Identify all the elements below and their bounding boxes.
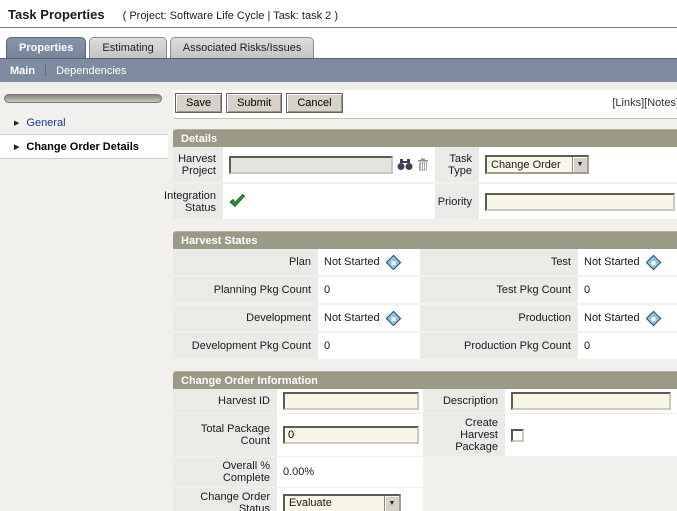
sidebar-item-change-order-details[interactable]: ▶ Change Order Details — [0, 134, 168, 159]
priority-input[interactable] — [485, 193, 675, 211]
create-harvest-package-checkbox[interactable] — [511, 429, 524, 442]
cancel-button[interactable]: Cancel — [286, 93, 342, 113]
total-package-count-cell — [277, 414, 423, 456]
state-diamond-icon — [385, 254, 401, 270]
empty-cell — [505, 488, 677, 511]
content-area: ▶ General ▶ Change Order Details Save Su… — [0, 82, 677, 511]
description-cell — [505, 389, 677, 413]
change-order-status-cell: Evaluate ▼ — [277, 488, 423, 511]
harvest-id-input[interactable] — [283, 392, 419, 410]
state-diamond-icon — [645, 254, 661, 270]
test-pkg-count-value: 0 — [578, 277, 677, 303]
priority-label: Priority — [435, 184, 479, 219]
planning-pkg-count-label: Planning Pkg Count — [173, 277, 318, 303]
tab-properties[interactable]: Properties — [6, 37, 86, 58]
empty-cell — [423, 488, 505, 511]
links-link[interactable]: [Links] — [612, 97, 644, 109]
task-type-select[interactable]: Change Order ▼ — [485, 155, 589, 174]
subnav-divider — [45, 65, 46, 76]
test-pkg-count-label: Test Pkg Count — [420, 277, 578, 303]
subnav-item-main[interactable]: Main — [10, 65, 35, 77]
tab-bar: Properties Estimating Associated Risks/I… — [0, 28, 677, 58]
overall-pct-complete-value: 0.00% — [277, 457, 423, 487]
task-type-label: Task Type — [435, 147, 479, 182]
create-harvest-package-label: Create Harvest Package — [423, 414, 505, 456]
development-value-cell: Not Started — [318, 305, 420, 331]
state-diamond-icon — [385, 310, 401, 326]
production-pkg-count-label: Production Pkg Count — [420, 333, 578, 359]
plan-label: Plan — [173, 249, 318, 275]
create-harvest-package-cell — [505, 414, 677, 456]
subnav-item-dependencies[interactable]: Dependencies — [56, 65, 126, 77]
chevron-right-icon: ▶ — [14, 119, 19, 127]
chevron-right-icon: ▶ — [14, 143, 19, 151]
description-input[interactable] — [511, 392, 671, 410]
test-label: Test — [420, 249, 578, 275]
notes-link[interactable]: [Notes] — [644, 97, 677, 109]
empty-cell — [423, 457, 505, 487]
change-order-section-header: Change Order Information — [173, 371, 677, 389]
priority-cell — [479, 184, 677, 219]
harvest-states-section-header: Harvest States — [173, 231, 677, 249]
change-order-status-select[interactable]: Evaluate ▼ — [283, 494, 401, 511]
integration-status-cell — [223, 184, 435, 219]
state-diamond-icon — [645, 310, 661, 326]
harvest-project-cell — [223, 147, 435, 182]
production-label: Production — [420, 305, 578, 331]
submit-button[interactable]: Submit — [226, 93, 282, 113]
task-type-cell: Change Order ▼ — [479, 147, 677, 182]
description-label: Description — [423, 389, 505, 413]
browse-binoculars-icon[interactable] — [397, 158, 413, 171]
page-title: Task Properties — [8, 7, 105, 22]
integration-status-label: Integration Status — [173, 184, 223, 219]
planning-pkg-count-value: 0 — [318, 277, 420, 303]
dropdown-arrow-icon: ▼ — [384, 496, 399, 511]
page-context: ( Project: Software Life Cycle | Task: t… — [123, 10, 338, 22]
save-button[interactable]: Save — [175, 93, 222, 113]
top-action-bar: Save Submit Cancel [Links][Notes] — [173, 90, 677, 119]
sidebar: ▶ General ▶ Change Order Details — [0, 82, 168, 159]
test-value-cell: Not Started — [578, 249, 677, 275]
production-pkg-count-value: 0 — [578, 333, 677, 359]
total-package-count-input[interactable] — [283, 426, 419, 444]
subnav-bar: Main Dependencies — [0, 58, 677, 82]
development-label: Development — [173, 305, 318, 331]
empty-cell — [505, 457, 677, 487]
change-order-status-label: Change Order Status — [173, 488, 277, 511]
plan-value-cell: Not Started — [318, 249, 420, 275]
sidebar-item-general[interactable]: ▶ General — [0, 111, 168, 134]
harvest-states-section: Harvest States Plan Not Started Test Not… — [173, 231, 677, 359]
clear-trash-icon[interactable] — [417, 158, 429, 171]
harvest-project-label: Harvest Project — [173, 147, 223, 182]
details-section-header: Details — [173, 129, 677, 147]
harvest-id-label: Harvest ID — [173, 389, 277, 413]
links-notes: [Links][Notes] — [612, 97, 677, 109]
production-value-cell: Not Started — [578, 305, 677, 331]
main-panel: Save Submit Cancel [Links][Notes] Detail… — [168, 82, 677, 511]
details-section: Details Harvest Project — [173, 129, 677, 219]
tab-estimating[interactable]: Estimating — [89, 37, 166, 58]
dropdown-arrow-icon: ▼ — [572, 157, 587, 172]
integration-status-ok-icon — [229, 194, 245, 210]
harvest-project-input[interactable] — [229, 156, 393, 174]
harvest-id-cell — [277, 389, 423, 413]
change-order-section: Change Order Information Harvest ID Desc… — [173, 371, 677, 511]
total-package-count-label: Total Package Count — [173, 414, 277, 456]
page-header: Task Properties ( Project: Software Life… — [0, 0, 677, 28]
tab-associated-risks-issues[interactable]: Associated Risks/Issues — [170, 37, 315, 58]
overall-pct-complete-label: Overall % Complete — [173, 457, 277, 487]
development-pkg-count-value: 0 — [318, 333, 420, 359]
development-pkg-count-label: Development Pkg Count — [173, 333, 318, 359]
sidebar-collapsed-header[interactable] — [4, 94, 162, 103]
